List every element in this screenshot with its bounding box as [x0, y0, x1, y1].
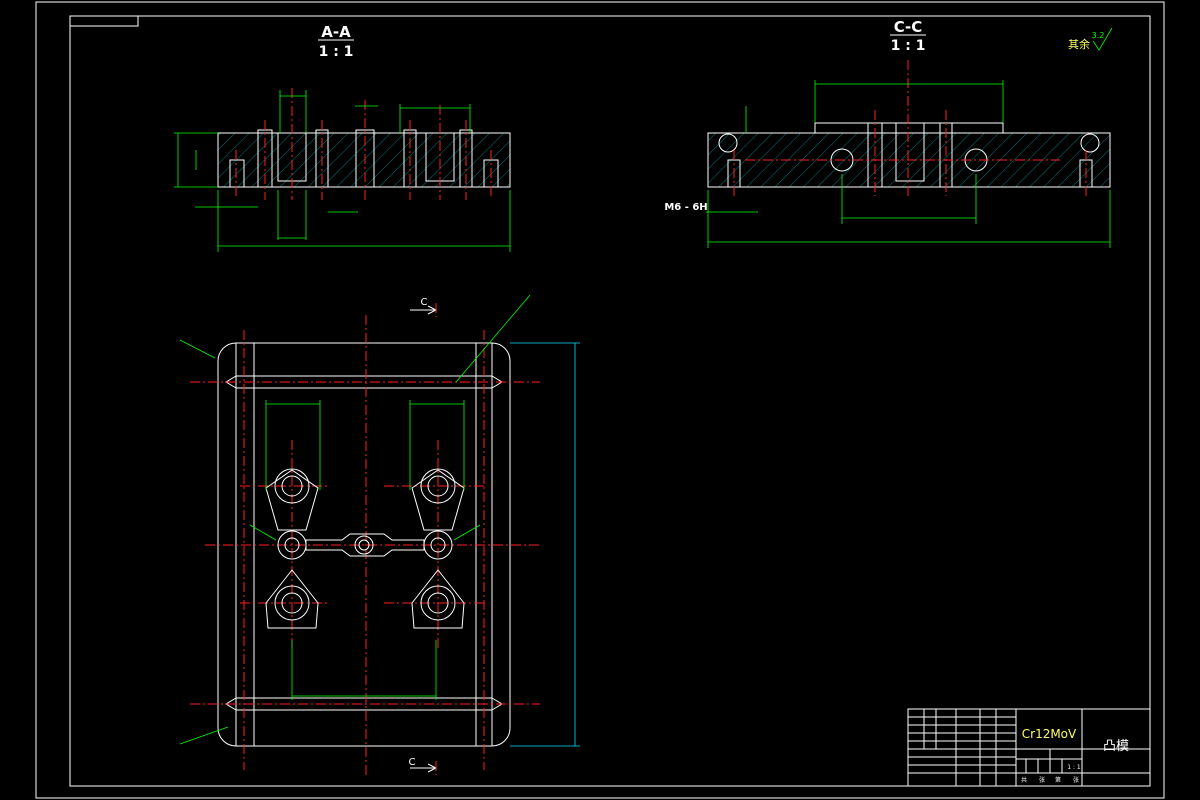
title-block-sheets-unit: 张 [1039, 776, 1045, 784]
roughness-value: 3.2 [1092, 31, 1105, 40]
title-block-sheet-num: 第 [1055, 776, 1061, 784]
section-cc-scale: 1 : 1 [891, 38, 926, 54]
title-block-sheet-unit: 张 [1073, 776, 1079, 784]
plan-view: C C [179, 294, 580, 775]
roughness-label: 其余 [1068, 37, 1090, 51]
section-marker-top: C [421, 297, 428, 308]
plan-top-rail [235, 375, 493, 389]
title-block: Cr12MoV 凸模 1 : 1 共 张 第 张 [907, 708, 1151, 787]
corner-code-box [69, 15, 139, 27]
outer-frame [35, 1, 1165, 799]
section-aa-view: A-A 1 : 1 [174, 23, 511, 252]
plan-bottom-rail [235, 697, 493, 711]
section-cc-view: C-C 1 : 1 M6 - 6H [664, 18, 1111, 248]
cc-top-boss [814, 122, 1004, 133]
thread-callout: M6 - 6H [664, 202, 707, 213]
title-block-scale: 1 : 1 [1067, 764, 1081, 771]
roughness-note: 其余 3.2 [1068, 27, 1113, 51]
section-aa-scale: 1 : 1 [319, 44, 354, 60]
cad-drawing: A-A 1 : 1 C-C 1: 1 M6 - 6H 其余 3.2 C C C… [35, 1, 1165, 799]
section-cc-title: C-C [894, 18, 923, 36]
title-block-part-name: 凸模 [1103, 739, 1129, 754]
title-block-sheets-total: 共 [1021, 776, 1027, 784]
section-aa-title: A-A [321, 23, 351, 41]
title-block-material: Cr12MoV [1022, 727, 1077, 741]
inner-frame [69, 15, 1151, 787]
section-marker-bottom: C [409, 757, 416, 768]
